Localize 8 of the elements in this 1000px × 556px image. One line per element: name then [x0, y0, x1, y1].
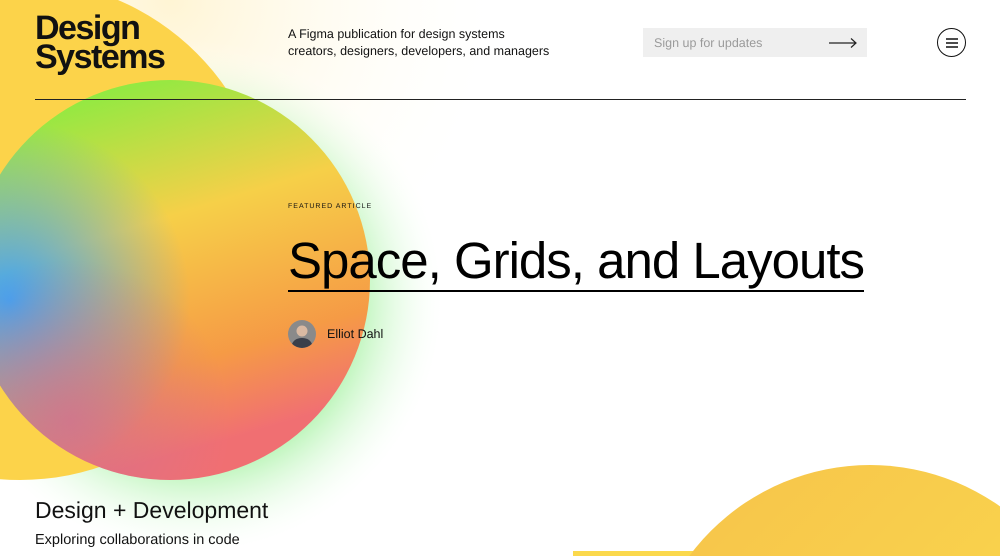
section-subtitle: Exploring collaborations in code: [35, 532, 241, 548]
tagline-text: A Figma publication for design systems creators, designers, developers, and managers: [288, 26, 550, 60]
menu-button[interactable]: [937, 28, 966, 57]
arrow-right-icon[interactable]: [829, 38, 857, 48]
section-title[interactable]: Design + Development: [35, 497, 966, 524]
signup-field[interactable]: Sign up for updates: [643, 28, 867, 57]
menu-icon: [946, 38, 958, 48]
author-name[interactable]: Elliot Dahl: [327, 327, 384, 341]
